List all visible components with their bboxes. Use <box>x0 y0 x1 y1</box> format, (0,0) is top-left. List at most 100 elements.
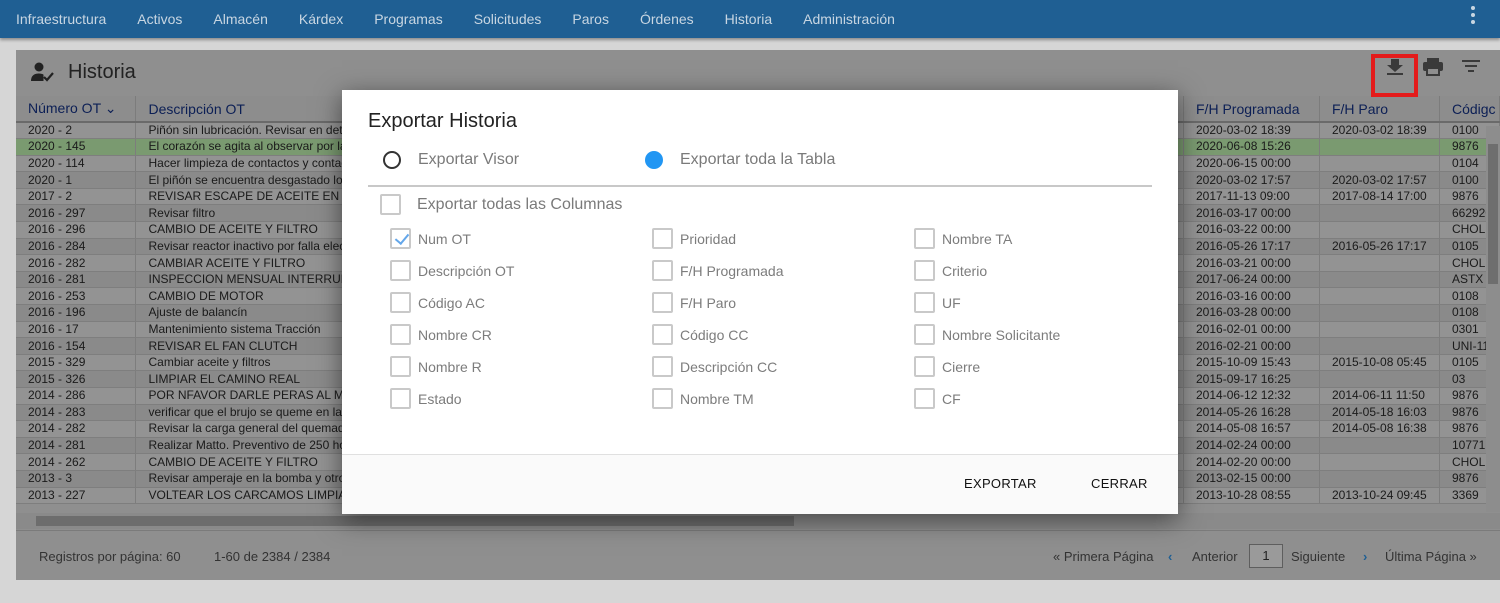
table-cell: 2016-03-22 00:00 <box>1183 221 1320 239</box>
column-option[interactable]: Nombre CR <box>390 324 492 345</box>
column-option[interactable]: Nombre R <box>390 356 482 377</box>
column-option[interactable]: Descripción CC <box>652 356 777 377</box>
table-cell: 2014-06-12 12:32 <box>1183 387 1320 405</box>
scrollbar-thumb[interactable] <box>36 516 794 526</box>
nav-item-historia[interactable]: Historia <box>725 11 772 27</box>
table-cell <box>1319 254 1440 272</box>
chevron-left-icon[interactable]: ‹ <box>1168 549 1172 564</box>
page-number-input[interactable]: 1 <box>1249 544 1283 568</box>
export-all-columns-option[interactable]: Exportar todas las Columnas <box>380 194 622 215</box>
column-option[interactable]: F/H Paro <box>652 292 736 313</box>
radio-export-all-table[interactable]: Exportar toda la Tabla <box>645 151 835 169</box>
checkbox[interactable] <box>652 324 673 345</box>
table-cell <box>1319 304 1440 322</box>
checkbox-label: Num OT <box>418 230 471 247</box>
checkbox-label: Código CC <box>680 326 749 343</box>
checkbox[interactable] <box>652 388 673 409</box>
print-icon[interactable] <box>1422 56 1444 76</box>
checkbox[interactable] <box>652 356 673 377</box>
checkbox[interactable] <box>652 228 673 249</box>
column-header-codigo[interactable]: Códigc <box>1439 96 1500 123</box>
column-option[interactable]: Descripción OT <box>390 260 514 281</box>
column-option[interactable]: Código CC <box>652 324 748 345</box>
checkbox[interactable] <box>914 324 935 345</box>
nav-item-ordenes[interactable]: Órdenes <box>640 11 694 27</box>
radio-button[interactable] <box>383 151 401 169</box>
last-page-link[interactable]: Última Página » <box>1385 549 1477 564</box>
previous-page-link[interactable]: Anterior <box>1192 549 1238 564</box>
scrollbar-thumb[interactable] <box>1488 144 1498 284</box>
column-option[interactable]: Cierre <box>914 356 980 377</box>
table-cell <box>1319 337 1440 355</box>
checkbox[interactable] <box>914 388 935 409</box>
dialog-title: Exportar Historia <box>368 110 517 132</box>
vertical-scrollbar[interactable] <box>1486 126 1500 512</box>
table-cell <box>1319 271 1440 289</box>
nav-item-almacen[interactable]: Almacén <box>213 11 267 27</box>
checkbox[interactable] <box>914 260 935 281</box>
checkbox[interactable] <box>914 228 935 249</box>
table-cell <box>1319 437 1440 455</box>
export-button[interactable]: EXPORTAR <box>964 476 1037 491</box>
checkbox[interactable] <box>390 260 411 281</box>
table-cell: 2013-02-15 00:00 <box>1183 470 1320 488</box>
table-cell: 2014-06-11 11:50 <box>1319 387 1440 405</box>
table-cell <box>1319 453 1440 471</box>
nav-item-programas[interactable]: Programas <box>374 11 442 27</box>
checkbox-label: CF <box>942 390 961 407</box>
column-option[interactable]: UF <box>914 292 961 313</box>
checkbox[interactable] <box>914 292 935 313</box>
column-header-numero-ot[interactable]: Número OT ⌄ <box>16 96 137 123</box>
nav-item-infraestructura[interactable]: Infraestructura <box>16 11 106 27</box>
next-page-link[interactable]: Siguiente <box>1291 549 1345 564</box>
nav-item-solicitudes[interactable]: Solicitudes <box>474 11 542 27</box>
nav-item-activos[interactable]: Activos <box>137 11 182 27</box>
divider <box>368 185 1152 187</box>
nav-item-kardex[interactable]: Kárdex <box>299 11 343 27</box>
table-cell: 2017 - 2 <box>16 188 137 206</box>
radio-button-selected[interactable] <box>645 151 663 169</box>
checkbox[interactable] <box>652 260 673 281</box>
column-option[interactable]: Estado <box>390 388 462 409</box>
table-cell: 2016 - 196 <box>16 304 137 322</box>
checkbox-checked[interactable] <box>390 228 411 249</box>
table-cell: 2014 - 283 <box>16 404 137 422</box>
checkbox[interactable] <box>390 356 411 377</box>
column-option[interactable]: Nombre Solicitante <box>914 324 1060 345</box>
column-option[interactable]: Prioridad <box>652 228 736 249</box>
nav-item-paros[interactable]: Paros <box>572 11 609 27</box>
column-option[interactable]: Criterio <box>914 260 987 281</box>
table-cell: 2017-11-13 09:00 <box>1183 188 1320 206</box>
column-header-fh-paro[interactable]: F/H Paro <box>1319 96 1440 123</box>
table-cell <box>1319 287 1440 306</box>
column-header-fh-programada[interactable]: F/H Programada <box>1183 96 1320 123</box>
close-button[interactable]: CERRAR <box>1091 476 1148 491</box>
checkbox[interactable] <box>390 324 411 345</box>
checkbox[interactable] <box>380 194 401 215</box>
filter-icon[interactable] <box>1460 56 1482 76</box>
table-cell: 2020 - 1 <box>16 171 137 189</box>
column-option[interactable]: F/H Programada <box>652 260 783 281</box>
table-cell: 2014 - 286 <box>16 387 137 405</box>
table-cell: 2014-02-24 00:00 <box>1183 437 1320 455</box>
radio-export-viewer[interactable]: Exportar Visor <box>383 151 519 169</box>
checkbox[interactable] <box>390 388 411 409</box>
column-option[interactable]: CF <box>914 388 961 409</box>
first-page-link[interactable]: « Primera Página <box>1053 549 1153 564</box>
more-vert-icon[interactable] <box>1470 6 1476 24</box>
chevron-right-icon[interactable]: › <box>1363 549 1367 564</box>
checkbox[interactable] <box>652 292 673 313</box>
column-option[interactable]: Código AC <box>390 292 485 313</box>
checkbox[interactable] <box>914 356 935 377</box>
nav-item-administracion[interactable]: Administración <box>803 11 895 27</box>
horizontal-scrollbar[interactable] <box>16 513 1500 529</box>
table-cell: 2015-10-08 05:45 <box>1319 354 1440 372</box>
column-option[interactable]: Num OT <box>390 228 471 249</box>
column-header-label: Número OT <box>28 100 101 116</box>
table-cell <box>1319 370 1440 388</box>
export-dialog: Exportar Historia Exportar Visor Exporta… <box>342 90 1178 514</box>
column-option[interactable]: Nombre TA <box>914 228 1012 249</box>
table-cell <box>1319 155 1440 173</box>
checkbox[interactable] <box>390 292 411 313</box>
column-option[interactable]: Nombre TM <box>652 388 754 409</box>
